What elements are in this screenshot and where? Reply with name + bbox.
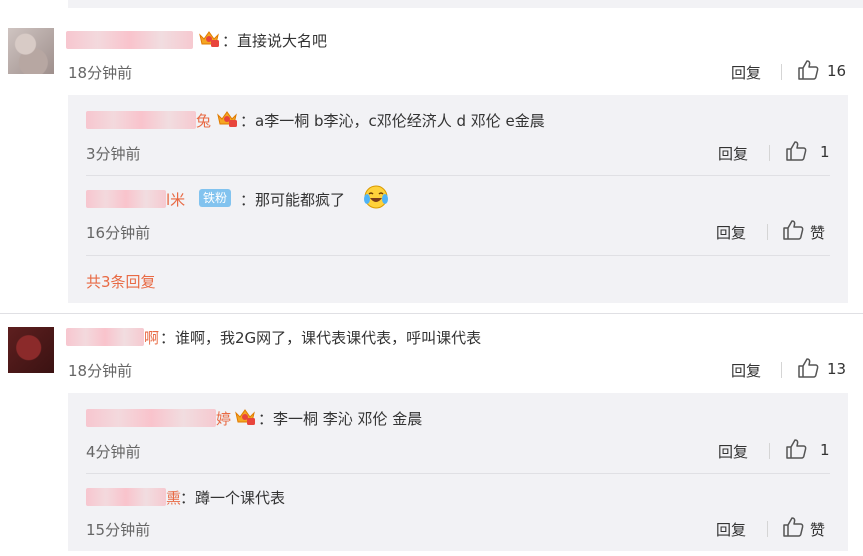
like-label[interactable]: 赞 <box>810 222 825 243</box>
reply-time: 15分钟前 <box>86 521 151 539</box>
username-blurred[interactable] <box>66 31 193 49</box>
thumbs-up-icon[interactable] <box>785 438 807 460</box>
thumbs-up-icon[interactable] <box>782 516 804 538</box>
username[interactable]: 婷 <box>216 408 231 429</box>
username-blurred[interactable] <box>66 328 144 346</box>
crown-badge-icon <box>234 408 256 426</box>
reply-button[interactable]: 回复 <box>716 222 746 243</box>
username[interactable]: 兔 <box>196 110 211 131</box>
reply-button[interactable]: 回复 <box>718 441 748 462</box>
username[interactable]: 啊 <box>144 327 159 348</box>
reply-button[interactable]: 回复 <box>716 519 746 540</box>
reply-time: 16分钟前 <box>86 224 151 242</box>
username-blurred[interactable] <box>86 409 216 427</box>
thumbs-up-icon[interactable] <box>797 59 819 81</box>
like-count: 13 <box>827 360 847 378</box>
more-replies-link[interactable]: 共3条回复 <box>86 271 156 292</box>
username-blurred[interactable] <box>86 111 196 129</box>
avatar[interactable] <box>8 327 54 373</box>
like-count: 1 <box>820 143 830 161</box>
divider <box>781 362 782 378</box>
comment-divider <box>0 313 863 314</box>
reply-time: 4分钟前 <box>86 443 141 461</box>
reply-text: ：李一桐 李沁 邓伦 金晨 <box>258 410 423 428</box>
username-blurred[interactable] <box>86 488 166 506</box>
divider <box>767 224 768 240</box>
like-label[interactable]: 赞 <box>810 519 825 540</box>
avatar[interactable] <box>8 28 54 74</box>
comment-time: 18分钟前 <box>68 64 133 82</box>
reply-button[interactable]: 回复 <box>718 143 748 164</box>
reply-text: ：那可能都疯了 <box>240 191 346 209</box>
fan-badge: 铁粉 <box>199 189 232 207</box>
crown-badge-icon <box>198 30 220 48</box>
reply-button[interactable]: 回复 <box>731 360 761 381</box>
previous-comment-panel-edge <box>68 0 863 8</box>
laughing-crying-emoji-icon <box>363 184 389 210</box>
username[interactable]: 熏 <box>166 487 181 508</box>
reply-button[interactable]: 回复 <box>731 62 761 83</box>
comment-time: 18分钟前 <box>68 362 133 380</box>
username[interactable]: l米 <box>166 189 185 210</box>
reply-divider <box>86 473 830 474</box>
divider <box>767 521 768 537</box>
divider <box>769 145 770 161</box>
divider <box>769 443 770 459</box>
thumbs-up-icon[interactable] <box>797 357 819 379</box>
reply-divider <box>86 175 830 176</box>
crown-badge-icon <box>216 110 238 128</box>
comment-text: ：直接说大名吧 <box>222 32 328 50</box>
like-count: 16 <box>827 62 847 80</box>
divider <box>781 64 782 80</box>
thumbs-up-icon[interactable] <box>782 219 804 241</box>
reply-text: ：a李一桐 b李沁，c邓伦经济人 d 邓伦 e金晨 <box>240 112 545 130</box>
reply-divider <box>86 255 830 256</box>
reply-text: ：蹲一个课代表 <box>180 489 286 507</box>
thumbs-up-icon[interactable] <box>785 140 807 162</box>
comment-text: ：谁啊，我2G网了，课代表课代表，呼叫课代表 <box>160 329 482 347</box>
username-blurred[interactable] <box>86 190 166 208</box>
reply-time: 3分钟前 <box>86 145 141 163</box>
like-count: 1 <box>820 441 830 459</box>
